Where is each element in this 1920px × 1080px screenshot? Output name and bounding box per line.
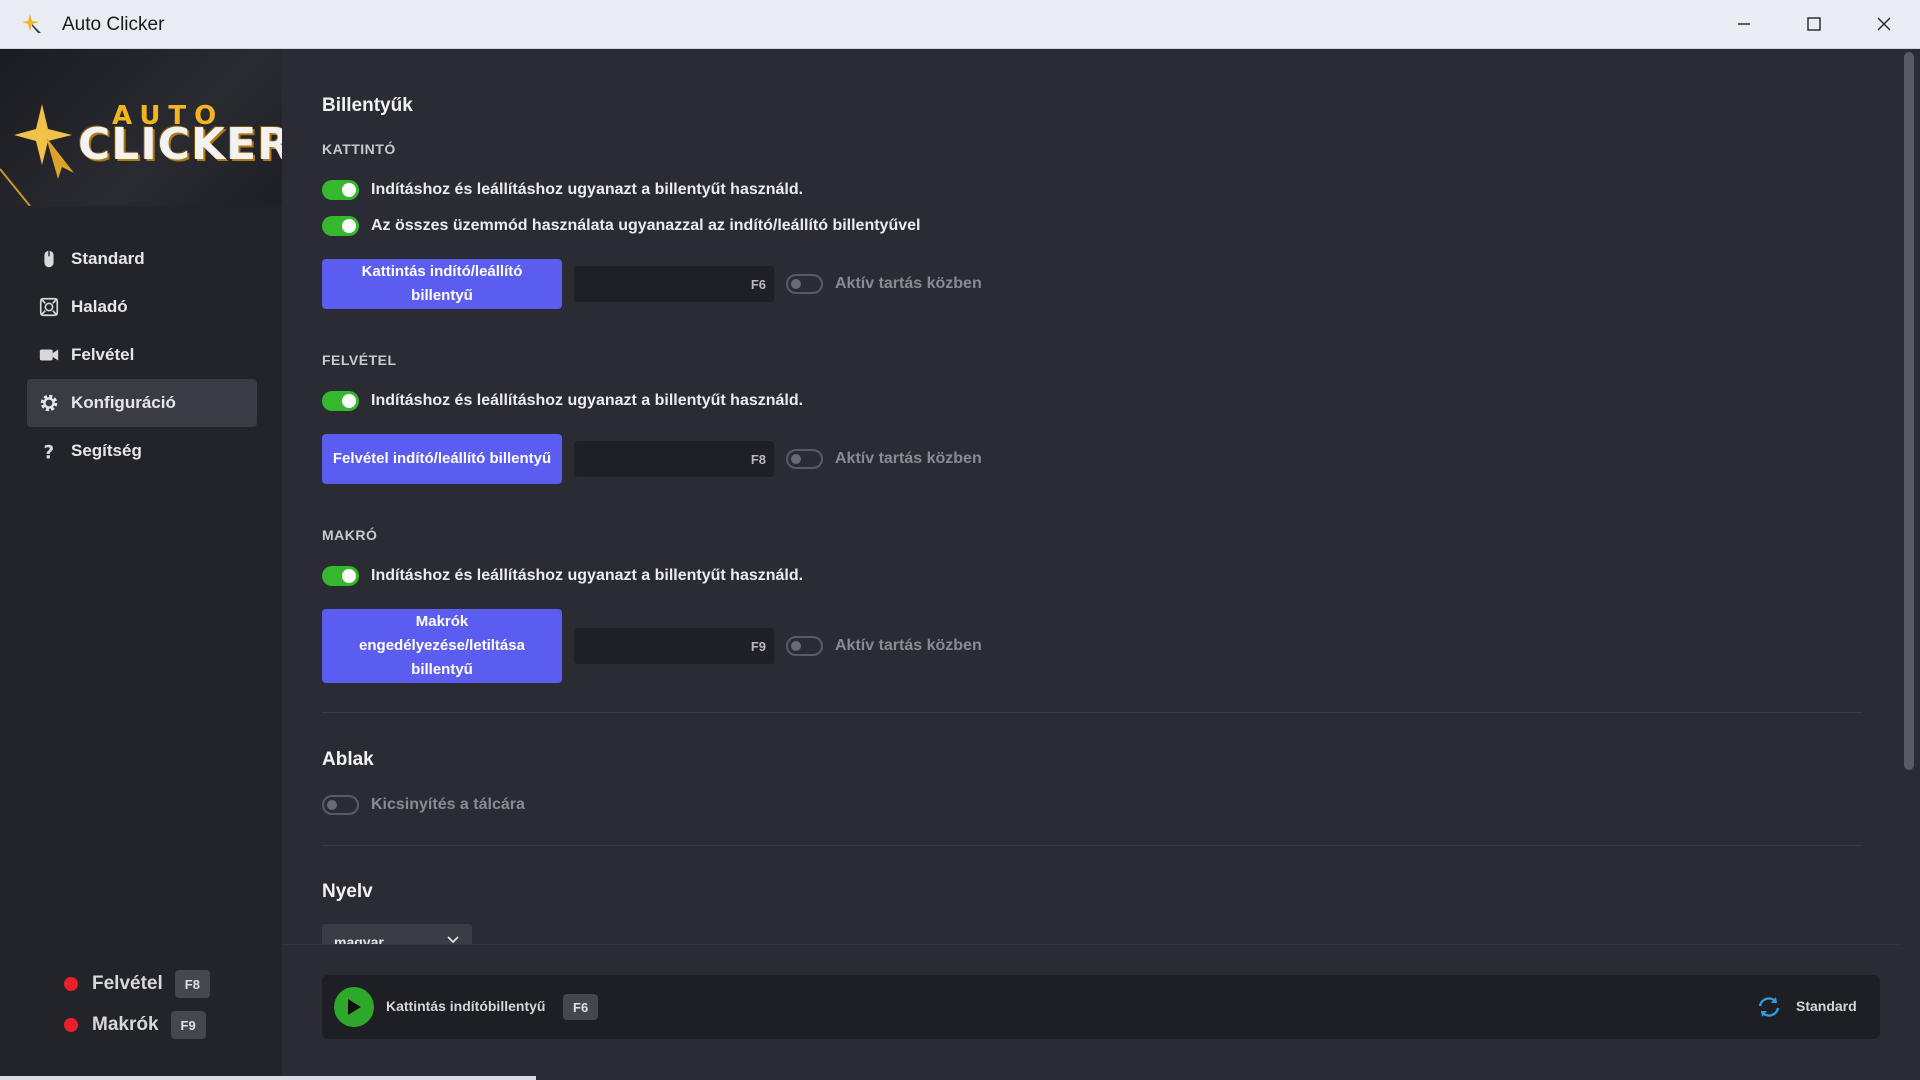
- clicker-hotkey-row: Kattintás indító/leállító billentyű F6 A…: [322, 259, 982, 309]
- recording-indicator-dot: [64, 977, 78, 991]
- window-frame-edge: [0, 1076, 536, 1080]
- recording-hold-row: Aktív tartás közben: [786, 449, 982, 469]
- recording-status: Felvétel F8: [64, 969, 264, 999]
- sidebar-item-label: Konfiguráció: [71, 393, 176, 412]
- recording-hold-label: Aktív tartás közben: [835, 450, 982, 467]
- recording-heading: FELVÉTEL: [322, 352, 397, 368]
- sidebar-item-recording[interactable]: Felvétel: [27, 331, 257, 379]
- recording-hotkey-field[interactable]: F8: [574, 441, 774, 477]
- macro-hotkey-row: Makrók engedélyezése/letiltása billentyű…: [322, 609, 982, 683]
- language-section-title: Nyelv: [322, 881, 373, 902]
- clicker-all-modes-row: Az összes üzemmód használata ugyanazzal …: [322, 215, 920, 237]
- current-mode-label: Standard: [1796, 998, 1857, 1014]
- sidebar-item-label: Segítség: [71, 441, 142, 460]
- minimize-tray-label: Kicsinyítés a tálcára: [371, 796, 525, 813]
- section-divider: [322, 845, 1862, 846]
- macro-hold-label: Aktív tartás közben: [835, 637, 982, 654]
- hotkeys-title: Billentyűk: [322, 95, 413, 116]
- start-button[interactable]: [334, 987, 374, 1027]
- macro-same-key-toggle[interactable]: [322, 566, 359, 586]
- sidebar-item-help[interactable]: ? Segítség: [27, 427, 257, 475]
- sidebar-item-configuration[interactable]: Konfiguráció: [27, 379, 257, 427]
- macro-key-badge: F9: [170, 1011, 206, 1039]
- start-hotkey-badge: F6: [563, 994, 599, 1020]
- sidebar-item-standard[interactable]: Standard: [27, 235, 257, 283]
- clicker-heading: KATTINTÓ: [322, 141, 396, 157]
- window-section-title: Ablak: [322, 749, 374, 770]
- logo-word-clicker: CLICKER: [78, 119, 282, 170]
- macro-status: Makrók F9: [64, 1010, 264, 1040]
- recording-status-label: Felvétel: [92, 973, 163, 994]
- recording-same-key-toggle[interactable]: [322, 391, 359, 411]
- recording-same-key-row: Indításhoz és leállításhoz ugyanazt a bi…: [322, 390, 803, 412]
- advanced-icon: [37, 295, 61, 319]
- status-bar: Kattintás indítóbillentyű F6 Standard: [322, 975, 1880, 1039]
- clicker-all-modes-label: Az összes üzemmód használata ugyanazzal …: [371, 217, 921, 234]
- macro-hotkey-button[interactable]: Makrók engedélyezése/letiltása billentyű: [322, 609, 562, 683]
- app-logo: AUTO CLICKER: [0, 49, 282, 206]
- title-bar: Auto Clicker: [0, 0, 1920, 49]
- recording-key-badge: F8: [174, 970, 210, 998]
- content-bottom-edge: [282, 944, 1902, 945]
- maximize-icon: [1807, 17, 1821, 31]
- macro-same-key-label: Indításhoz és leállításhoz ugyanazt a bi…: [371, 567, 804, 584]
- macro-heading: MAKRÓ: [322, 527, 378, 543]
- close-button[interactable]: [1850, 0, 1918, 48]
- macro-same-key-row: Indításhoz és leállításhoz ugyanazt a bi…: [322, 565, 803, 587]
- minimize-icon: [1738, 23, 1750, 25]
- section-divider: [322, 712, 1862, 713]
- svg-text:?: ?: [44, 442, 55, 462]
- clicker-hotkey-button[interactable]: Kattintás indító/leállító billentyű: [322, 259, 562, 309]
- minimize-tray-toggle[interactable]: [322, 795, 359, 815]
- sidebar-item-label: Standard: [71, 249, 145, 268]
- clicker-hold-label: Aktív tartás közben: [835, 275, 982, 292]
- clicker-hold-toggle[interactable]: [786, 274, 823, 294]
- app-star-icon: [22, 14, 41, 33]
- video-camera-icon: [37, 343, 61, 367]
- scrollbar-thumb[interactable]: [1904, 52, 1914, 770]
- macro-hold-row: Aktív tartás közben: [786, 636, 982, 656]
- macro-indicator-dot: [64, 1018, 78, 1032]
- sidebar: AUTO CLICKER Standard Haladó Felvétel Ko…: [0, 49, 282, 1080]
- minimize-tray-row: Kicsinyítés a tálcára: [322, 794, 525, 816]
- window-title: Auto Clicker: [62, 14, 165, 35]
- question-icon: ?: [37, 439, 61, 463]
- mode-switch-icon[interactable]: [1756, 995, 1782, 1019]
- sidebar-nav: Standard Haladó Felvétel Konfiguráció ? …: [27, 235, 257, 475]
- recording-hotkey-row: Felvétel indító/leállító billentyű F8 Ak…: [322, 434, 982, 484]
- recording-hold-toggle[interactable]: [786, 449, 823, 469]
- macro-status-label: Makrók: [92, 1014, 159, 1035]
- clicker-hotkey-field[interactable]: F6: [574, 266, 774, 302]
- main-content: Billentyűk KATTINTÓ Indításhoz és leállí…: [282, 49, 1902, 945]
- clicker-same-key-label: Indításhoz és leállításhoz ugyanazt a bi…: [371, 181, 804, 198]
- clicker-same-key-toggle[interactable]: [322, 180, 359, 200]
- start-hotkey-label: Kattintás indítóbillentyű: [386, 998, 546, 1014]
- maximize-button[interactable]: [1780, 0, 1848, 48]
- chevron-down-icon: [447, 936, 459, 944]
- sidebar-item-label: Felvétel: [71, 345, 135, 364]
- recording-same-key-label: Indításhoz és leállításhoz ugyanazt a bi…: [371, 392, 804, 409]
- close-icon: [1877, 17, 1891, 31]
- clicker-all-modes-toggle[interactable]: [322, 216, 359, 236]
- sidebar-item-advanced[interactable]: Haladó: [27, 283, 257, 331]
- macro-hold-toggle[interactable]: [786, 636, 823, 656]
- play-icon: [348, 999, 361, 1015]
- clicker-same-key-row: Indításhoz és leállításhoz ugyanazt a bi…: [322, 179, 803, 201]
- macro-hotkey-field[interactable]: F9: [574, 628, 774, 664]
- clicker-hold-row: Aktív tartás közben: [786, 274, 982, 294]
- language-select[interactable]: magyar: [322, 924, 472, 945]
- sidebar-item-label: Haladó: [71, 297, 128, 316]
- gear-icon: [37, 391, 61, 415]
- mouse-icon: [37, 247, 61, 271]
- minimize-button[interactable]: [1710, 0, 1778, 48]
- recording-hotkey-button[interactable]: Felvétel indító/leállító billentyű: [322, 434, 562, 484]
